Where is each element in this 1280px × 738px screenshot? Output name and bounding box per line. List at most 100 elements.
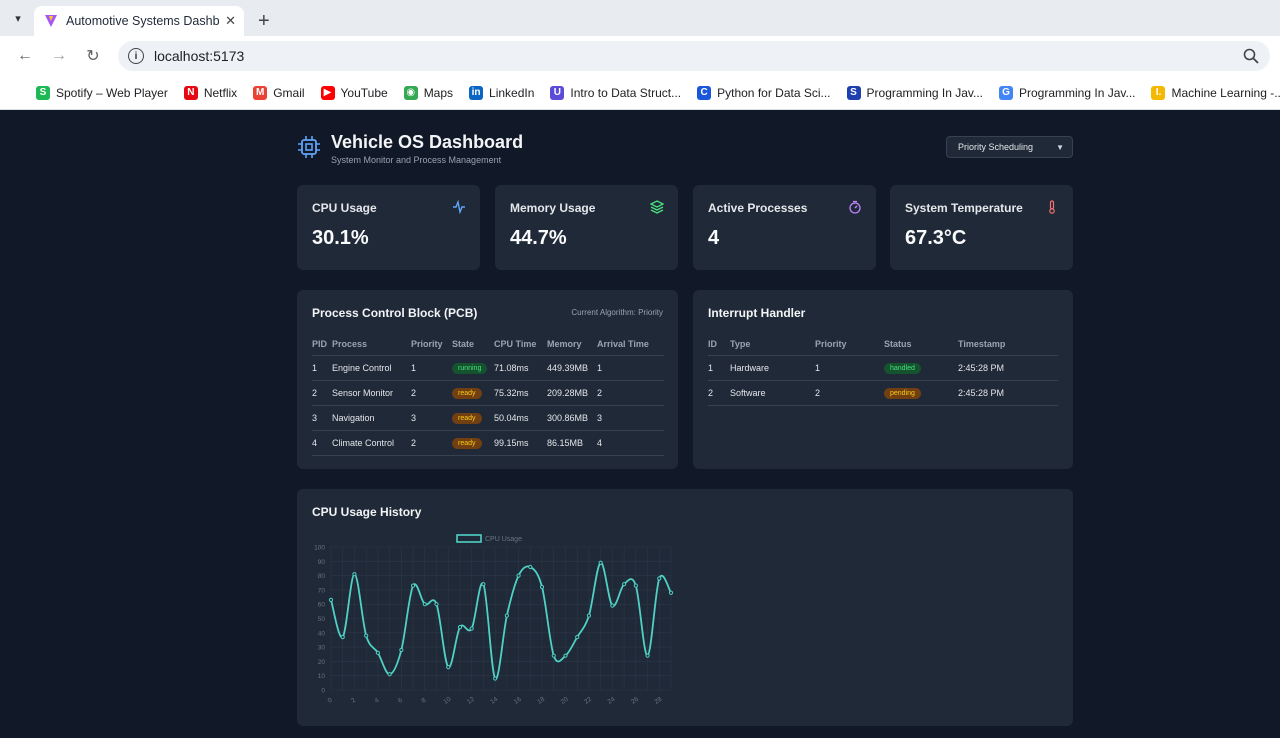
- bookmark-favicon-icon: S: [36, 85, 50, 100]
- y-tick-label: 20: [318, 659, 326, 666]
- table-cell: 1: [312, 355, 332, 381]
- data-point: [399, 647, 404, 653]
- table-cell: 75.32ms: [494, 380, 547, 406]
- current-algorithm-note: Current Algorithm: Priority: [571, 308, 663, 317]
- browser-tab-strip: ▾ Automotive Systems Dashboard ✕ +: [0, 0, 1280, 36]
- vite-favicon-icon: [45, 15, 57, 27]
- x-tick-label: 16: [513, 696, 523, 706]
- bookmark-label: Maps: [423, 85, 454, 100]
- bookmark-item[interactable]: C Python for Data Sci...: [697, 85, 831, 100]
- stat-label: Memory Usage: [510, 201, 596, 215]
- bookmark-item[interactable]: G Programming In Jav...: [999, 85, 1135, 100]
- table-row: 2 Sensor Monitor 2 ready 75.32ms 209.28MB 2: [312, 380, 664, 406]
- data-point: [516, 573, 521, 578]
- legend-swatch: [456, 534, 482, 543]
- data-point: [364, 633, 369, 638]
- table-row: 2 Software 2 pending 2:45:28 PM: [708, 380, 1058, 406]
- y-tick-label: 0: [321, 688, 325, 695]
- zoom-icon[interactable]: [1242, 47, 1260, 65]
- y-tick-label: 60: [318, 602, 326, 609]
- table-header-row: PID Process Priority State CPU Time Memory Arr…: [312, 334, 664, 356]
- table-row: 3 Navigation 3 ready 50.04ms 300.86MB 3: [312, 405, 664, 431]
- activity-icon: [453, 200, 465, 214]
- chart-title: CPU Usage History: [312, 505, 422, 519]
- x-tick-label: 8: [420, 697, 427, 705]
- stats-row: CPU Usage 30.1% Memory Usage 44.7% Activ…: [297, 185, 1073, 270]
- data-point: [586, 613, 592, 618]
- state-cell: pending: [884, 380, 958, 406]
- stat-card-processes: Active Processes 4: [693, 185, 876, 270]
- dashboard-app: Vehicle OS Dashboard System Monitor and …: [0, 110, 1280, 738]
- data-point: [481, 582, 486, 587]
- bookmark-label: Spotify – Web Player: [56, 85, 168, 100]
- y-tick-label: 70: [318, 587, 326, 594]
- x-tick-label: 18: [536, 696, 546, 706]
- table-cell: 300.86MB: [547, 405, 597, 431]
- state-cell: running: [452, 355, 494, 381]
- close-tab-icon[interactable]: ✕: [225, 13, 236, 29]
- bookmark-item[interactable]: in LinkedIn: [469, 85, 535, 100]
- bookmark-favicon-icon: G: [999, 85, 1013, 100]
- bookmarks-bar: S Spotify – Web Player N Netflix M Gmail ▶ YouT…: [0, 76, 1280, 110]
- bookmark-item[interactable]: N Netflix: [183, 85, 238, 100]
- table-cell: 2: [708, 380, 730, 406]
- browser-tab[interactable]: Automotive Systems Dashboard ✕: [34, 6, 244, 36]
- table-row: 1 Engine Control 1 running 71.08ms 449.39MB 1: [312, 355, 664, 381]
- status-badge: ready: [452, 387, 482, 399]
- x-tick-label: 20: [560, 696, 570, 706]
- table-cell: 1: [815, 355, 884, 381]
- scheduling-algorithm-select[interactable]: Priority Scheduling ▼: [946, 136, 1073, 158]
- data-point: [575, 634, 580, 640]
- x-tick-label: 10: [442, 696, 452, 706]
- bookmark-item[interactable]: U Intro to Data Struct...: [550, 85, 681, 100]
- y-tick-label: 80: [318, 573, 326, 580]
- new-tab-icon[interactable]: +: [258, 11, 270, 31]
- data-point: [528, 564, 533, 570]
- state-cell: handled: [884, 355, 958, 381]
- column-header: Process: [332, 334, 411, 356]
- page-subtitle: System Monitor and Process Management: [331, 155, 502, 165]
- interrupt-table: ID Type Priority Status Timestamp 1 Hardware 1 h…: [708, 334, 1058, 406]
- state-cell: ready: [452, 430, 494, 456]
- back-icon[interactable]: ←: [10, 41, 40, 71]
- data-point: [622, 582, 627, 587]
- bookmark-favicon-icon: ▶: [320, 85, 335, 100]
- bookmark-item[interactable]: M Gmail: [253, 85, 305, 100]
- state-cell: ready: [452, 380, 494, 406]
- address-bar[interactable]: i localhost:5173: [118, 41, 1270, 71]
- status-badge: pending: [884, 387, 921, 399]
- dashboard-header: Vehicle OS Dashboard System Monitor and …: [297, 132, 1073, 172]
- bookmark-item[interactable]: ◉ Maps: [403, 85, 454, 100]
- data-point: [504, 613, 509, 618]
- bookmark-item[interactable]: S Programming In Jav...: [846, 85, 983, 100]
- bookmark-item[interactable]: I. Machine Learning -...: [1151, 85, 1280, 100]
- bookmark-label: Gmail: [273, 85, 305, 100]
- column-header: Priority: [411, 334, 452, 356]
- site-info-icon[interactable]: i: [128, 48, 144, 64]
- pcb-title: Process Control Block (PCB): [312, 306, 478, 320]
- reload-icon[interactable]: ↻: [78, 41, 108, 71]
- tab-search-button[interactable]: ▾: [6, 6, 30, 30]
- data-point: [633, 583, 638, 588]
- table-cell: 2:45:28 PM: [958, 380, 1058, 406]
- stat-label: Active Processes: [708, 201, 808, 215]
- url-text[interactable]: localhost:5173: [154, 48, 1242, 64]
- bookmark-label: Machine Learning -...: [1171, 85, 1280, 100]
- column-header: Timestamp: [958, 334, 1058, 356]
- table-cell: 2: [815, 380, 884, 406]
- x-tick-label: 12: [466, 696, 476, 706]
- thermometer-icon: [1049, 200, 1055, 214]
- bookmark-item[interactable]: ▶ YouTube: [320, 85, 388, 100]
- bookmark-label: LinkedIn: [489, 85, 535, 100]
- table-cell: 71.08ms: [494, 355, 547, 381]
- column-header: Memory: [547, 334, 597, 356]
- bookmark-item[interactable]: S Spotify – Web Player: [36, 85, 168, 100]
- table-cell: Hardware: [730, 355, 815, 381]
- table-cell: Navigation: [332, 405, 411, 431]
- table-cell: Software: [730, 380, 815, 406]
- x-tick-label: 14: [489, 696, 499, 706]
- data-point: [328, 597, 334, 603]
- interrupt-panel: Interrupt Handler ID Type Priority Status Ti…: [693, 290, 1073, 469]
- bookmark-label: Netflix: [203, 85, 238, 100]
- forward-icon[interactable]: →: [44, 41, 74, 71]
